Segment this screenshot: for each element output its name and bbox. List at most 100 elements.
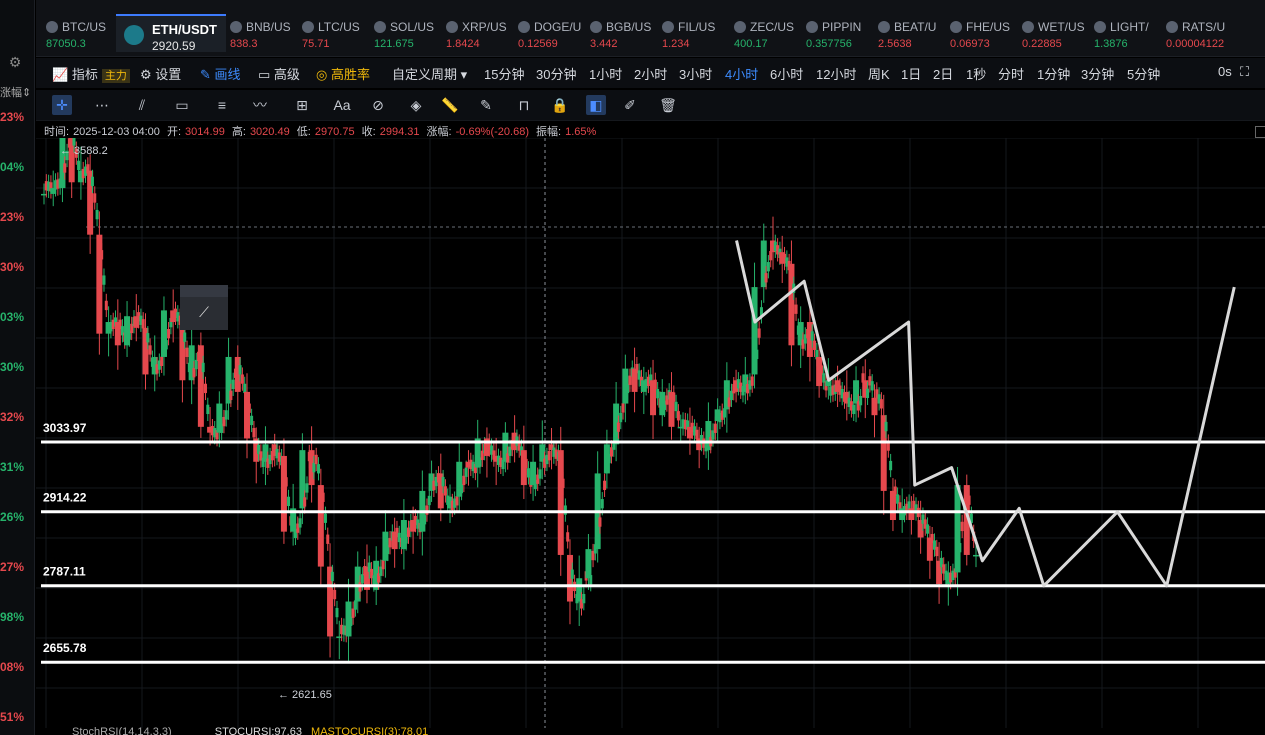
candlestick-chart[interactable]: 3033.97 2914.22 2787.11 2655.78 ← 3588.2 ← 26… bbox=[36, 138, 1265, 728]
period-option[interactable]: 1日 bbox=[901, 64, 921, 83]
period-option[interactable]: 1秒 bbox=[966, 64, 986, 83]
period-option[interactable]: 3分钟 bbox=[1081, 64, 1114, 83]
period-option[interactable]: 30分钟 bbox=[536, 64, 576, 83]
custom-period-dropdown[interactable]: 自定义周期 ▾ bbox=[392, 64, 467, 83]
sort-label[interactable]: 涨幅⇕ bbox=[0, 84, 34, 100]
ticker-tab[interactable]: RATS/U 0.00004122 bbox=[1164, 16, 1234, 52]
settings-button[interactable]: ⚙ 设置 bbox=[140, 64, 181, 83]
crosshair-icon[interactable]: ✛ bbox=[52, 95, 72, 115]
candle-body bbox=[238, 365, 242, 375]
period-option[interactable]: 4小时 bbox=[725, 64, 758, 83]
ticker-tab[interactable]: ZEC/US 400.17 bbox=[732, 16, 802, 52]
coin-icon bbox=[518, 21, 530, 33]
ruler-icon[interactable]: 📏 bbox=[440, 95, 460, 115]
candle-body bbox=[889, 460, 893, 471]
lock-icon[interactable]: 🔒 bbox=[550, 95, 570, 115]
candle-body bbox=[203, 383, 207, 394]
high-label: 高: bbox=[231, 126, 246, 138]
pct-row[interactable]: 31% bbox=[0, 460, 34, 474]
ticker-tab[interactable]: SOL/US 121.675 bbox=[372, 16, 442, 52]
ticker-tab[interactable]: DOGE/U 0.12569 bbox=[516, 16, 586, 52]
candle-body bbox=[653, 379, 657, 389]
candle-body bbox=[656, 388, 660, 399]
pct-row[interactable]: 27% bbox=[0, 560, 34, 574]
pct-row[interactable]: 23% bbox=[0, 110, 34, 124]
period-option[interactable]: 周K bbox=[868, 64, 890, 83]
fullscreen-icon[interactable]: ⛶ bbox=[1240, 64, 1249, 80]
advanced-button[interactable]: ▭ 高级 bbox=[258, 64, 300, 83]
rectangle-icon[interactable]: ▭ bbox=[172, 95, 192, 115]
pct-row[interactable]: 23% bbox=[0, 210, 34, 224]
draw-button[interactable]: ✎ 画线 bbox=[200, 64, 241, 83]
ticker-tab[interactable]: WET/US 0.22885 bbox=[1020, 16, 1090, 52]
brush-icon[interactable]: ✎ bbox=[476, 95, 496, 115]
period-option[interactable]: 2小时 bbox=[634, 64, 667, 83]
candle-body bbox=[333, 589, 337, 600]
ticker-tab[interactable]: BNB/US 838.3 bbox=[228, 16, 298, 52]
horizontal-lines-icon[interactable]: ≡ bbox=[212, 95, 232, 115]
ticker-price: 1.3876 bbox=[1094, 38, 1128, 50]
candle-body bbox=[794, 304, 798, 314]
pct-row[interactable]: 30% bbox=[0, 360, 34, 374]
edit-icon[interactable]: ✐ bbox=[620, 95, 640, 115]
delete-icon[interactable]: 🗑 bbox=[658, 95, 678, 115]
period-option[interactable]: 15分钟 bbox=[484, 64, 524, 83]
pct-row[interactable]: 04% bbox=[0, 160, 34, 174]
period-option[interactable]: 分时 bbox=[998, 64, 1024, 83]
period-option[interactable]: 1小时 bbox=[589, 64, 622, 83]
ticker-tab[interactable]: LIGHT/1.3876 bbox=[1092, 16, 1162, 52]
pct-row[interactable]: 51% bbox=[0, 710, 34, 724]
wave-icon[interactable]: 〰 bbox=[250, 95, 270, 115]
indicator-button[interactable]: 📈 指标 主力 bbox=[52, 64, 130, 83]
ticker-symbol: BNB/US bbox=[246, 20, 291, 34]
floating-panel-handle[interactable] bbox=[180, 285, 228, 297]
parallel-lines-icon[interactable]: ⫽ bbox=[132, 95, 152, 115]
countdown-label: 0s bbox=[1218, 64, 1232, 79]
text-icon[interactable]: Aa bbox=[332, 95, 352, 115]
candle-body bbox=[104, 300, 108, 311]
pct-row[interactable]: 98% bbox=[0, 610, 34, 624]
ticker-tab[interactable]: ETH/USDT 2920.59 bbox=[116, 14, 226, 53]
dotted-line-icon[interactable]: ⋯ bbox=[92, 95, 112, 115]
ticker-tab[interactable]: BTC/US 87050.3 bbox=[44, 16, 114, 52]
candle-body bbox=[321, 492, 325, 502]
select-icon[interactable]: ◧ bbox=[586, 95, 606, 115]
fibonacci-icon[interactable]: ⊘ bbox=[368, 95, 388, 115]
coin-icon bbox=[1166, 21, 1178, 33]
floating-draw-panel[interactable]: ⟋ bbox=[180, 285, 228, 330]
ticker-tab[interactable]: XRP/US 1.8424 bbox=[444, 16, 514, 52]
period-option[interactable]: 3小时 bbox=[679, 64, 712, 83]
pct-row[interactable]: 30% bbox=[0, 260, 34, 274]
time-label: 时间: bbox=[44, 126, 70, 138]
candle-body bbox=[852, 404, 856, 415]
line-tool-icon[interactable]: ⟋ bbox=[180, 297, 228, 327]
ticker-tab[interactable]: PIPPIN 0.357756 bbox=[804, 16, 874, 52]
period-option[interactable]: 1分钟 bbox=[1037, 64, 1070, 83]
ticker-tab[interactable]: FHE/US 0.06973 bbox=[948, 16, 1018, 52]
pattern-icon[interactable]: ◈ bbox=[406, 95, 426, 115]
pct-row[interactable]: 08% bbox=[0, 660, 34, 674]
ticker-bar: BTC/US 87050.3 ETH/USDT 2920.59 BNB/US 838.3 L… bbox=[36, 0, 1265, 57]
gear-icon[interactable]: ⚙ bbox=[6, 54, 24, 72]
candle-body bbox=[305, 483, 309, 493]
period-option[interactable]: 2日 bbox=[933, 64, 953, 83]
period-option[interactable]: 5分钟 bbox=[1127, 64, 1160, 83]
measure-icon[interactable]: ⊞ bbox=[292, 95, 312, 115]
ticker-tab[interactable]: LTC/US 75.71 bbox=[300, 16, 370, 52]
candle-body bbox=[526, 468, 530, 478]
magnet-icon[interactable]: ⊓ bbox=[514, 95, 534, 115]
pct-row[interactable]: 26% bbox=[0, 510, 34, 524]
period-option[interactable]: 6小时 bbox=[770, 64, 803, 83]
ticker-symbol: LIGHT/ bbox=[1110, 20, 1149, 34]
candle-body bbox=[443, 486, 447, 496]
pct-row[interactable]: 03% bbox=[0, 310, 34, 324]
period-option[interactable]: 12小时 bbox=[816, 64, 856, 83]
win-rate-button[interactable]: ◎ 高胜率 bbox=[316, 64, 370, 83]
chart-options-icon[interactable] bbox=[1255, 126, 1265, 138]
ticker-symbol: LTC/US bbox=[318, 20, 360, 34]
pct-row[interactable]: 32% bbox=[0, 410, 34, 424]
ticker-tab[interactable]: BGB/US 3.442 bbox=[588, 16, 658, 52]
candle-body bbox=[958, 543, 962, 553]
ticker-tab[interactable]: FIL/US 1.234 bbox=[660, 16, 730, 52]
ticker-tab[interactable]: BEAT/U 2.5638 bbox=[876, 16, 946, 52]
